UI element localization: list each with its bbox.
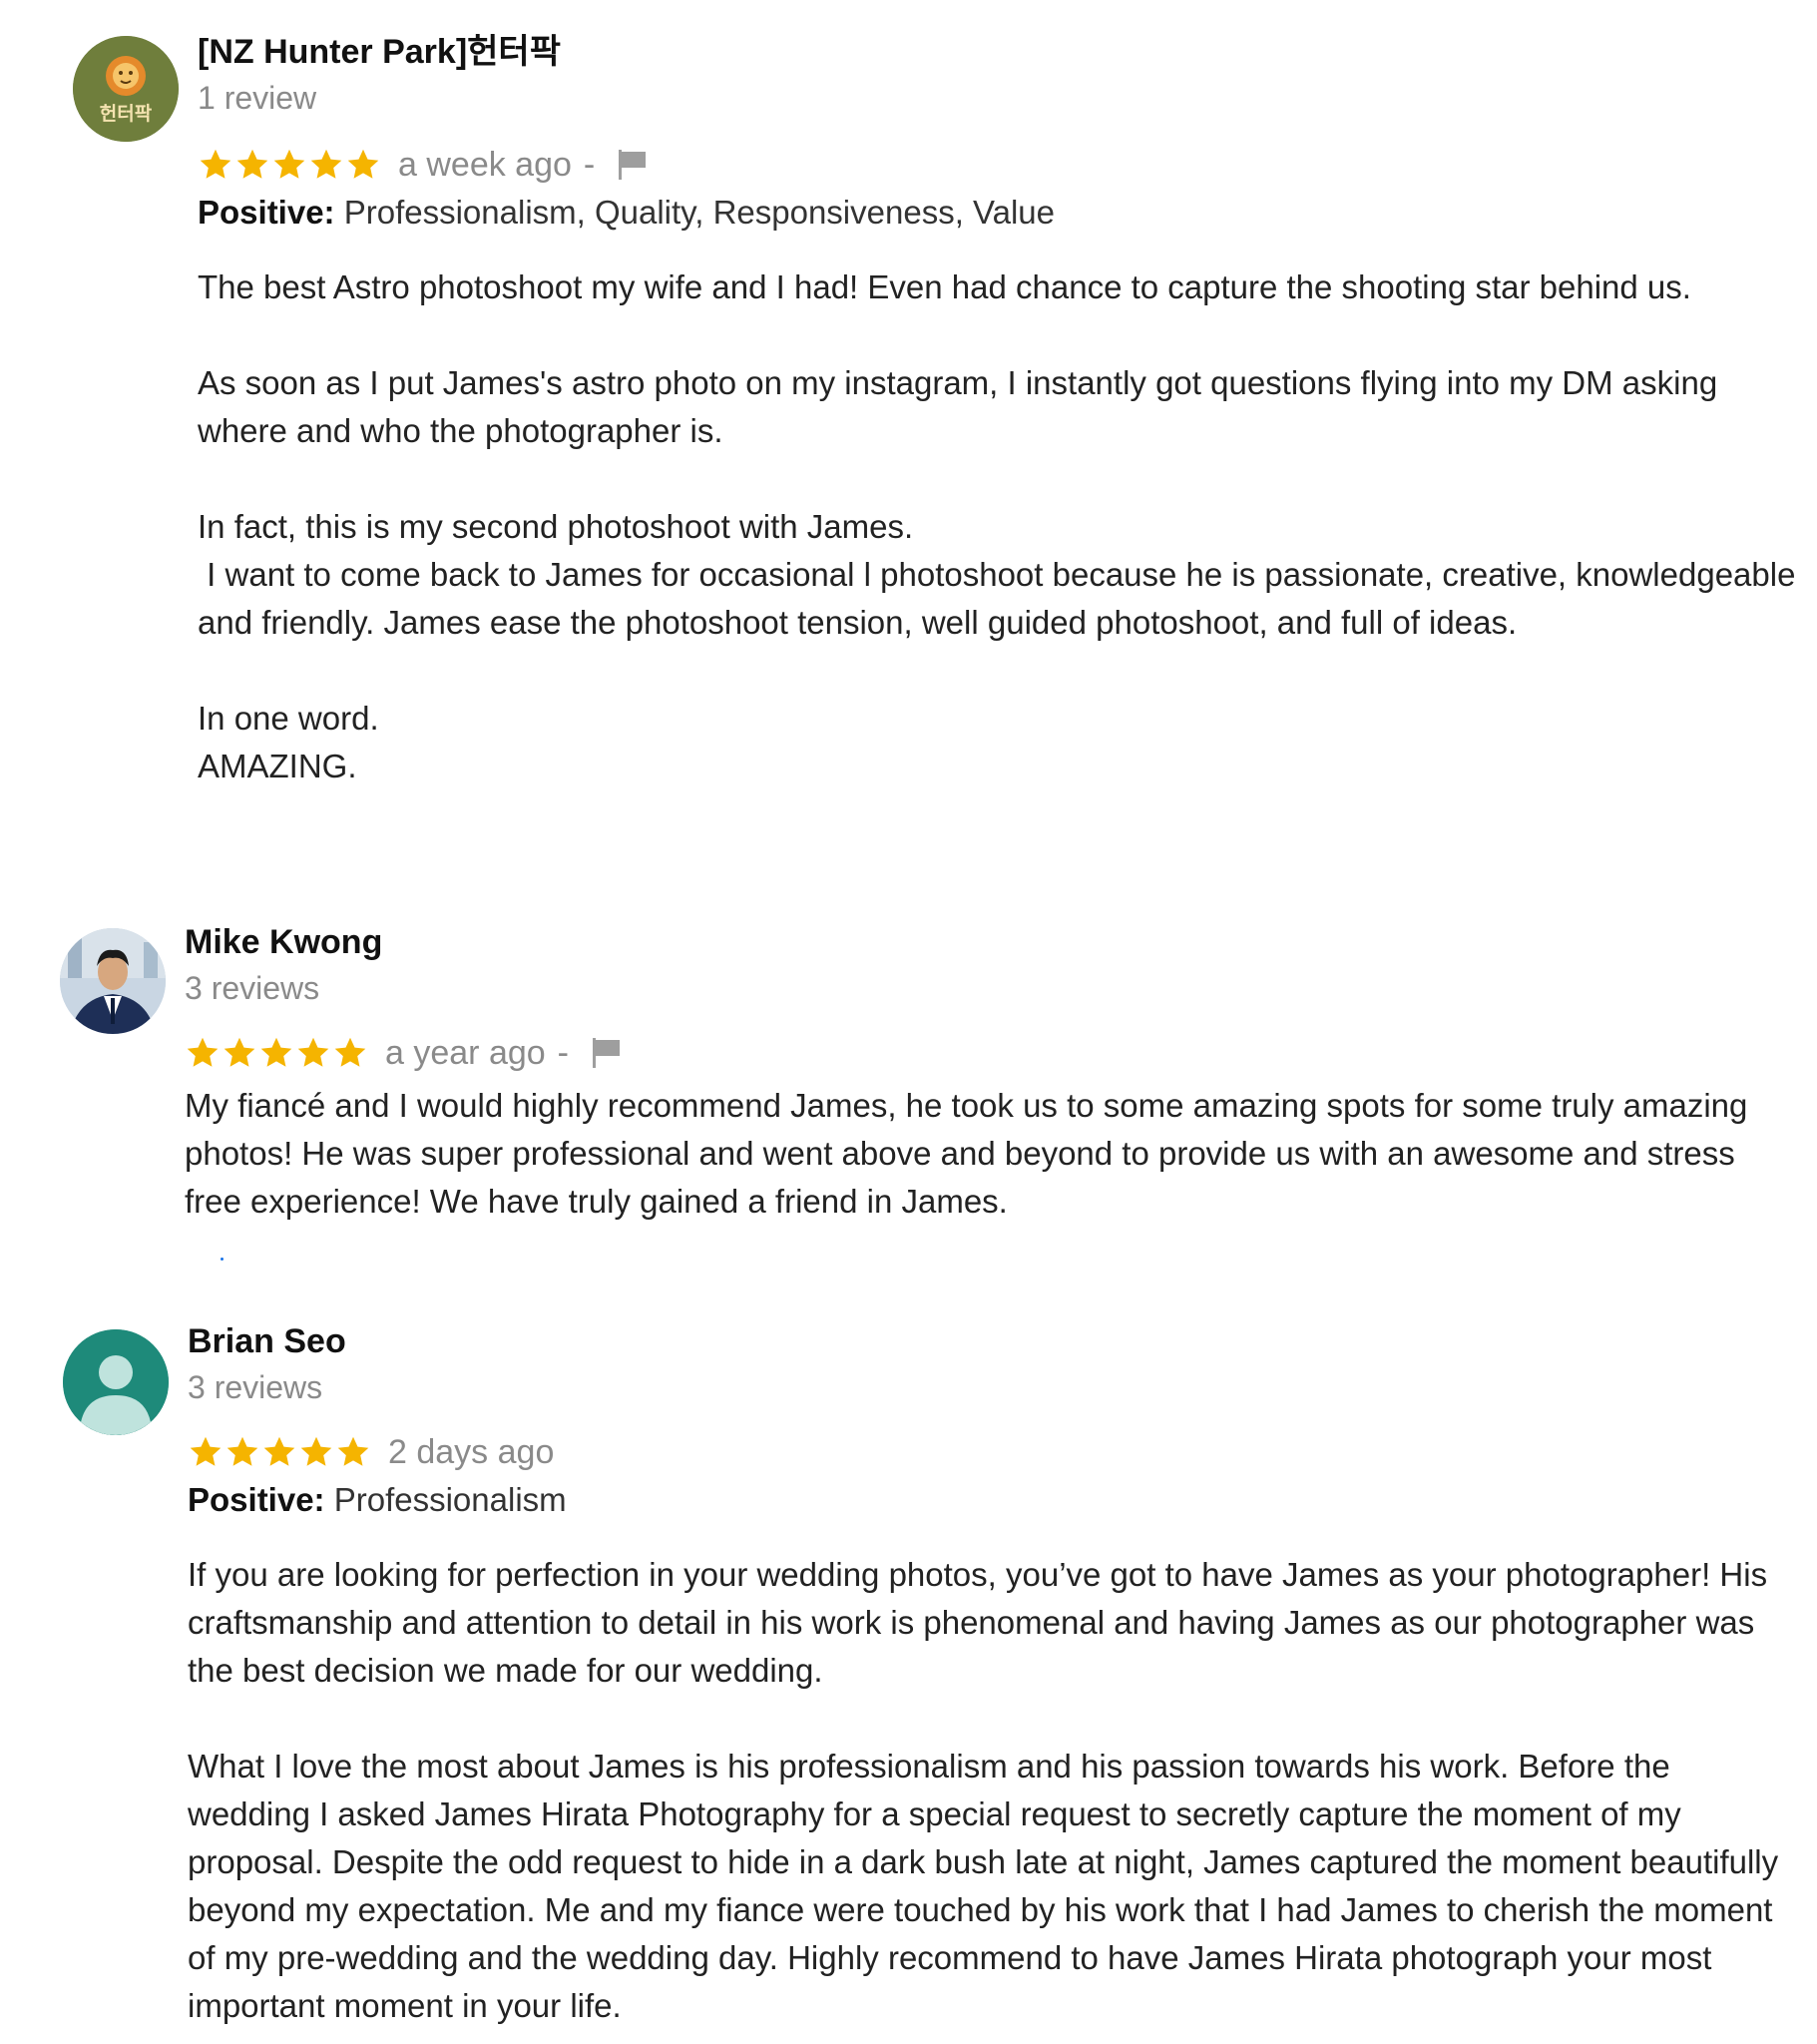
- meta-separator: -: [583, 146, 596, 184]
- avatar[interactable]: [60, 928, 166, 1034]
- person-avatar-icon: [63, 1329, 169, 1435]
- star-icon: [225, 1434, 260, 1470]
- meta-separator: -: [557, 1034, 569, 1072]
- star-icon: [308, 147, 344, 183]
- flag-icon[interactable]: [591, 1036, 623, 1070]
- review-paragraph: The best Astro photoshoot my wife and I …: [198, 268, 1691, 305]
- review-paragraph: My fiancé and I would highly recommend J…: [185, 1087, 1757, 1220]
- review-count[interactable]: 3 reviews: [188, 1365, 1797, 1409]
- star-icon: [271, 147, 307, 183]
- star-rating: [185, 1035, 369, 1071]
- review-paragraph: If you are looking for perfection in you…: [188, 1556, 1777, 1689]
- review-count[interactable]: 1 review: [198, 76, 1797, 120]
- review-paragraph: In one word. AMAZING.: [198, 700, 379, 784]
- review-paragraph: As soon as I put James's astro photo on …: [198, 364, 1727, 449]
- positive-label: Positive:: [198, 194, 335, 231]
- lion-logo-icon: 헌터팍: [73, 36, 179, 142]
- review-card: Mike Kwong 3 reviews a year ago - My fia…: [0, 920, 1817, 1261]
- avatar-logo-text: 헌터팍: [100, 103, 153, 125]
- reviewer-name[interactable]: Mike Kwong: [185, 920, 1797, 964]
- avatar[interactable]: [63, 1329, 169, 1435]
- review-card: Brian Seo 3 reviews 2 days ago Positive:…: [0, 1319, 1817, 2038]
- review-paragraph: What I love the most about James is his …: [188, 1748, 1788, 2024]
- review-meta: 2 days ago: [188, 1427, 1797, 1477]
- profile-photo: [60, 928, 166, 1034]
- reviewer-name[interactable]: Brian Seo: [188, 1319, 1797, 1363]
- star-icon: [185, 1035, 221, 1071]
- star-icon: [345, 147, 381, 183]
- star-icon: [198, 147, 233, 183]
- avatar[interactable]: 헌터팍: [73, 36, 179, 142]
- review-date: a year ago: [385, 1034, 546, 1072]
- review-date: 2 days ago: [388, 1433, 555, 1471]
- positive-tags: Professionalism, Quality, Responsiveness…: [343, 194, 1055, 231]
- review-meta: a week ago -: [198, 140, 1797, 190]
- star-icon: [295, 1035, 331, 1071]
- review-date: a week ago: [398, 146, 572, 184]
- star-icon: [188, 1434, 224, 1470]
- positive-attributes: Positive: Professionalism, Quality, Resp…: [198, 190, 1797, 236]
- star-icon: [222, 1035, 257, 1071]
- positive-tags: Professionalism: [333, 1481, 567, 1518]
- star-icon: [258, 1035, 294, 1071]
- positive-attributes: Positive: Professionalism: [188, 1477, 1797, 1523]
- star-rating: [198, 147, 382, 183]
- positive-label: Positive:: [188, 1481, 325, 1518]
- flag-icon[interactable]: [617, 148, 649, 182]
- review-count[interactable]: 3 reviews: [185, 966, 1797, 1010]
- reviewer-name[interactable]: [NZ Hunter Park]헌터팍: [198, 30, 1797, 74]
- review-paragraph: In fact, this is my second photoshoot wi…: [198, 508, 1796, 641]
- star-icon: [234, 147, 270, 183]
- star-icon: [332, 1035, 368, 1071]
- star-rating: [188, 1434, 372, 1470]
- review-meta: a year ago -: [185, 1028, 1797, 1078]
- decorative-dot: [221, 1258, 224, 1261]
- star-icon: [261, 1434, 297, 1470]
- star-icon: [298, 1434, 334, 1470]
- review-card: 헌터팍 [NZ Hunter Park]헌터팍 1 review a week …: [0, 30, 1817, 848]
- star-icon: [335, 1434, 371, 1470]
